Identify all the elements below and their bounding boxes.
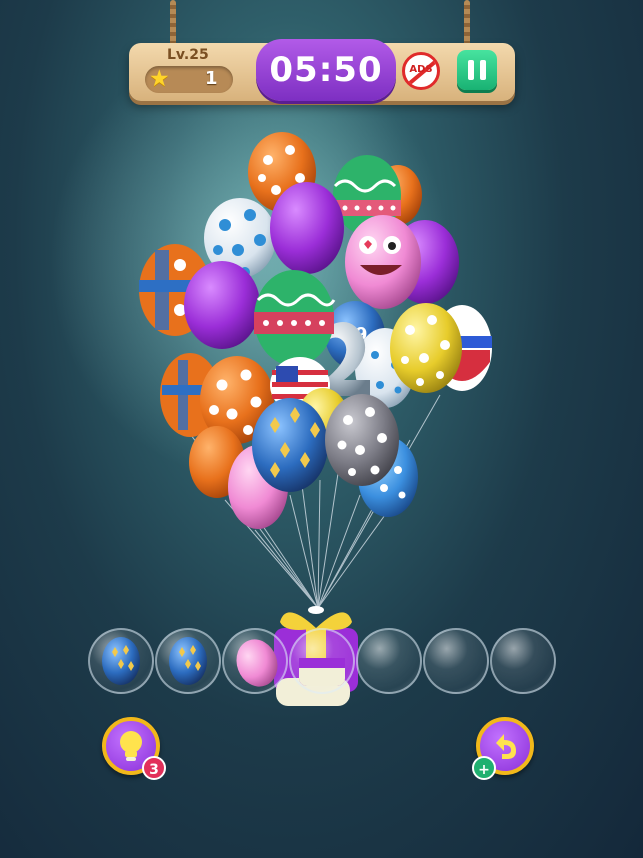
undo-add-badge[interactable]: + [472, 756, 496, 780]
balloon-green-egg-center [254, 270, 336, 366]
balloon-cluster: 69 [50, 40, 492, 706]
pause-icon-bar-right [480, 60, 486, 80]
balloon-pink-smiley [345, 215, 421, 309]
tray-slot-1[interactable] [88, 628, 154, 694]
tray-slot-5[interactable] [356, 628, 422, 694]
star-icon: ★ [149, 66, 170, 92]
tray-slot-2[interactable] [155, 628, 221, 694]
level-label: Lv.25 [167, 47, 209, 63]
balloon-blue-pattern [252, 398, 328, 492]
tray-slot-3[interactable] [222, 628, 288, 694]
hint-count-badge: 3 [142, 756, 166, 780]
balloon-purple-left [184, 261, 260, 349]
blue-pattern-balloon-icon [169, 637, 207, 685]
ads-label: ADS [409, 64, 433, 75]
top-hud-bar: Lv.25 ★ 1 05:50 ADS [129, 39, 515, 101]
balloon-yellow-dots [390, 303, 462, 393]
pause-button[interactable] [457, 50, 497, 90]
remove-ads-button[interactable]: ADS [402, 52, 440, 90]
star-counter: ★ 1 [145, 66, 233, 93]
star-count: 1 [205, 68, 218, 89]
tray-slot-4[interactable] [289, 628, 355, 694]
balloon-purple-center [270, 182, 344, 274]
balloon-grey-dots [325, 394, 399, 486]
purple-gift-icon [299, 658, 345, 686]
pause-icon-bar-left [468, 60, 474, 80]
tray-slot-7[interactable] [490, 628, 556, 694]
tray-slot-6[interactable] [423, 628, 489, 694]
pink-balloon-icon [236, 639, 278, 687]
countdown-timer: 05:50 [256, 39, 396, 101]
blue-pattern-balloon-icon [102, 637, 140, 685]
